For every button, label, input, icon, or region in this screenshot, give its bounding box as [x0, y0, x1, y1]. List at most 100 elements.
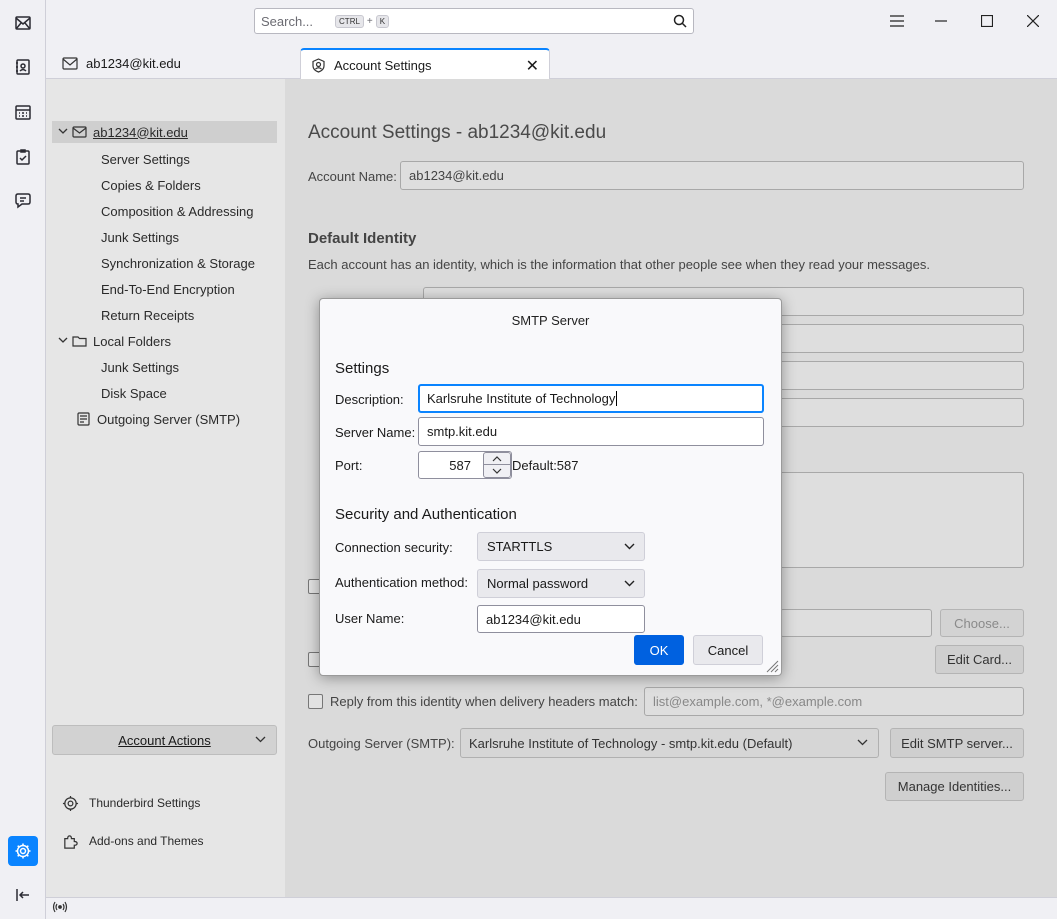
shortcut-plus: +: [366, 15, 373, 27]
tree-item-label: Synchronization & Storage: [101, 255, 255, 271]
tree-item-label: Return Receipts: [101, 307, 195, 323]
maximize-button[interactable]: [974, 8, 1000, 34]
chevron-down-icon[interactable]: [58, 127, 72, 138]
tree-item-local-folders[interactable]: Local Folders: [58, 330, 171, 352]
account-name-label: Account Name:: [308, 169, 397, 184]
hamburger-menu-icon: [890, 15, 904, 27]
tree-item-label: Copies & Folders: [101, 177, 201, 193]
server-name-input[interactable]: smtp.kit.edu: [418, 417, 764, 446]
auth-method-value: Normal password: [487, 576, 589, 591]
port-stepper[interactable]: [483, 452, 511, 478]
reply-from-identity-checkbox[interactable]: [308, 694, 323, 709]
mail-account-icon: [62, 57, 78, 70]
outgoing-server-value: Karlsruhe Institute of Technology - smtp…: [469, 735, 793, 751]
folder-icon: [72, 334, 87, 348]
tree-item-junk-settings[interactable]: Junk Settings: [101, 226, 179, 248]
thunderbird-settings-link[interactable]: Thunderbird Settings: [62, 792, 200, 814]
global-search-input[interactable]: Search... CTRL + K: [254, 8, 694, 34]
addons-themes-link[interactable]: Add-ons and Themes: [62, 830, 204, 852]
connection-security-value: STARTTLS: [487, 539, 553, 554]
title-bar: Search... CTRL + K: [46, 0, 1057, 42]
tree-item-label: End-To-End Encryption: [101, 281, 235, 297]
tree-item-return-receipts[interactable]: Return Receipts: [101, 304, 194, 326]
ok-button[interactable]: OK: [634, 635, 684, 665]
tree-item-copies-folders[interactable]: Copies & Folders: [101, 174, 201, 196]
cancel-button[interactable]: Cancel: [693, 635, 763, 665]
settings-space-button[interactable]: [8, 836, 38, 866]
chevron-down-icon: [857, 734, 868, 749]
account-actions-button[interactable]: Account Actions: [52, 725, 277, 755]
tree-item-local-junk-settings[interactable]: Junk Settings: [101, 356, 179, 378]
mail-icon: [15, 16, 31, 30]
account-name-field[interactable]: ab1234@kit.edu: [400, 161, 1024, 190]
search-icon[interactable]: [673, 14, 687, 31]
online-status-icon[interactable]: [52, 901, 68, 917]
minimize-button[interactable]: [928, 8, 954, 34]
shortcut-key-ctrl: CTRL: [335, 14, 364, 28]
tree-item-disk-space[interactable]: Disk Space: [101, 382, 167, 404]
tree-item-sync-storage[interactable]: Synchronization & Storage: [101, 252, 255, 274]
port-label: Port:: [335, 458, 363, 473]
collapse-left-icon: [16, 889, 29, 901]
outgoing-server-select[interactable]: Karlsruhe Institute of Technology - smtp…: [460, 728, 879, 758]
edit-card-button[interactable]: Edit Card...: [935, 645, 1024, 674]
tree-item-account[interactable]: ab1234@kit.edu: [52, 121, 277, 143]
mail-account-icon: [72, 125, 87, 139]
smtp-server-dialog: SMTP Server Settings Description: Karlsr…: [319, 298, 782, 676]
chevron-down-icon[interactable]: [58, 336, 72, 347]
username-label: User Name:: [335, 611, 405, 626]
mail-space-button[interactable]: [8, 8, 38, 38]
port-increment-button[interactable]: [484, 453, 510, 465]
collapse-spaces-button[interactable]: [8, 880, 38, 910]
account-tree-sidebar: ab1234@kit.edu Server Settings Copies & …: [46, 79, 285, 897]
gear-icon: [62, 795, 79, 811]
tasks-space-button[interactable]: [8, 142, 38, 172]
edit-smtp-server-button[interactable]: Edit SMTP server...: [890, 728, 1024, 758]
identity-description: Each account has an identity, which is t…: [308, 257, 930, 272]
thunderbird-settings-label: Thunderbird Settings: [89, 796, 201, 810]
tab-account-settings[interactable]: Account Settings ✕: [300, 48, 550, 80]
tree-item-composition[interactable]: Composition & Addressing: [101, 200, 253, 222]
connection-security-label: Connection security:: [335, 540, 453, 555]
account-settings-icon: [311, 57, 326, 73]
page-title: Account Settings - ab1234@kit.edu: [308, 122, 607, 143]
tree-item-e2e-encryption[interactable]: End-To-End Encryption: [101, 278, 235, 300]
connection-security-select[interactable]: STARTTLS: [477, 532, 645, 561]
signature-file-field[interactable]: [780, 609, 932, 637]
choose-file-button[interactable]: Choose...: [940, 609, 1024, 637]
manage-identities-button[interactable]: Manage Identities...: [885, 772, 1024, 801]
status-bar: [46, 897, 1057, 919]
close-window-button[interactable]: [1020, 8, 1046, 34]
calendar-space-button[interactable]: [8, 97, 38, 127]
description-input[interactable]: Karlsruhe Institute of Technology: [418, 384, 764, 413]
search-placeholder: Search...: [261, 13, 314, 29]
close-icon: [1027, 15, 1039, 27]
resize-grip-icon[interactable]: [765, 659, 779, 673]
port-decrement-button[interactable]: [484, 465, 510, 477]
tree-item-server-settings[interactable]: Server Settings: [101, 148, 190, 170]
tree-item-label: Local Folders: [93, 333, 172, 349]
tree-item-label: Junk Settings: [101, 229, 180, 245]
addons-themes-label: Add-ons and Themes: [89, 834, 204, 848]
chat-space-button[interactable]: [8, 186, 38, 216]
tree-item-outgoing-server[interactable]: Outgoing Server (SMTP): [76, 408, 240, 430]
chat-icon: [15, 193, 31, 209]
description-label: Description:: [335, 392, 404, 407]
text-caret: [616, 391, 618, 406]
auth-method-select[interactable]: Normal password: [477, 569, 645, 598]
auth-method-label: Authentication method:: [335, 575, 468, 590]
description-value: Karlsruhe Institute of Technology: [427, 391, 616, 406]
default-identity-heading: Default Identity: [308, 230, 417, 247]
tasks-icon: [16, 149, 30, 165]
close-tab-icon[interactable]: ✕: [526, 56, 539, 76]
username-input[interactable]: ab1234@kit.edu: [477, 605, 645, 633]
outgoing-server-icon: [76, 412, 91, 426]
maximize-icon: [981, 15, 993, 27]
app-menu-button[interactable]: [884, 8, 910, 34]
reply-from-headers-field[interactable]: list@example.com, *@example.com: [644, 687, 1024, 716]
settings-heading: Settings: [335, 360, 390, 377]
tree-item-label: Disk Space: [101, 385, 167, 401]
tab-mail[interactable]: ab1234@kit.edu: [52, 48, 296, 79]
address-book-space-button[interactable]: [8, 52, 38, 82]
tree-item-label: Junk Settings: [101, 359, 180, 375]
